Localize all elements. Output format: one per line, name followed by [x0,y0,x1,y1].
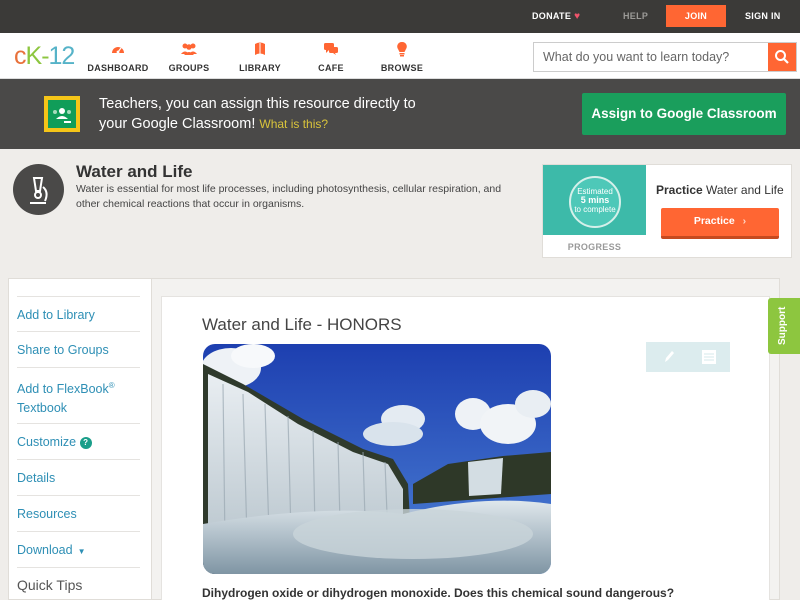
microscope-icon [13,164,64,215]
heart-icon: ♥ [574,11,581,22]
practice-heading-rest: Water and Life [702,183,784,197]
flexbook-label: Add to FlexBook [17,382,109,397]
pencil-icon [665,351,674,362]
browse-icon [397,41,407,57]
flexbook-textbook: Textbook [17,401,68,416]
waterfall-image [203,344,551,574]
practice-heading: Practice Water and Life [656,183,784,197]
progress-label: PROGRESS [567,242,622,252]
practice-button-label: Practice [693,215,735,227]
nav-cafe-label: CAFE [318,63,344,73]
add-to-flexbook-link[interactable]: Add to FlexBook® Textbook [17,368,140,424]
ck12-logo[interactable]: cK-12 [14,42,76,71]
details-link[interactable]: Details [17,460,140,496]
resources-link[interactable]: Resources [17,496,140,532]
sidebar: Add to Library Share to Groups Add to Fl… [8,278,151,600]
concept-description: Water is essential for most life process… [76,183,502,210]
top-bar: DONATE ♥ HELP JOIN SIGN IN [0,0,800,33]
help-link[interactable]: HELP [623,0,648,33]
practice-heading-bold: Practice [656,183,703,197]
logo-dash: - [41,42,49,70]
practice-card: Estimated 5 mins to complete PROGRESS Pr… [542,164,792,258]
estimate-line3: to complete [574,205,616,214]
nav-library-label: LIBRARY [239,63,281,73]
practice-button[interactable]: Practice › [661,208,779,239]
search-icon [775,50,789,64]
what-is-this-link[interactable]: What is this? [259,117,328,131]
concept-title: Water and Life [76,162,193,181]
logo-k: K [25,42,43,70]
customize-link[interactable]: Customize ? [17,424,140,460]
nav-browse[interactable]: BROWSE [367,41,437,73]
sign-in-link[interactable]: SIGN IN [745,0,781,33]
classroom-line1: Teachers, you can assign this resource d… [99,96,416,112]
help-icon[interactable]: ? [79,437,92,449]
nav-dashboard[interactable]: DASHBOARD [83,41,153,73]
cafe-icon [324,43,338,55]
nav-library[interactable]: LIBRARY [225,41,295,73]
dashboard-icon [112,47,124,54]
add-to-library-link[interactable]: Add to Library [17,296,140,332]
lesson-tools [646,342,730,372]
flexbook-registered: ® [108,381,115,390]
search-button[interactable] [768,43,796,71]
notes-button[interactable] [688,342,730,372]
nav-groups[interactable]: GROUPS [154,41,224,73]
notes-icon [702,350,716,364]
google-classroom-banner: Teachers, you can assign this resource d… [0,79,800,149]
library-icon [255,42,265,55]
estimate-time: 5 mins [580,195,610,205]
support-label: Support [777,306,788,345]
logo-num: 12 [48,42,76,70]
download-link[interactable]: Download ▼ [17,532,140,568]
download-label: Download [17,543,73,557]
nav-cafe[interactable]: CAFE [296,41,366,73]
google-classroom-icon [44,96,80,132]
nav-browse-label: BROWSE [380,63,424,73]
donate-link[interactable]: DONATE ♥ [532,0,580,33]
nav-dashboard-label: DASHBOARD [87,63,149,73]
chevron-right-icon: › [742,215,747,227]
progress-tile[interactable]: Estimated 5 mins to complete [543,165,646,235]
lesson-title: Water and Life - HONORS [202,315,402,334]
caret-down-icon: ▼ [77,547,86,556]
share-to-groups-link[interactable]: Share to Groups [17,332,140,368]
assign-google-classroom-button[interactable]: Assign to Google Classroom [582,93,786,135]
estimate-badge: Estimated 5 mins to complete [569,176,621,228]
nav-groups-label: GROUPS [168,63,210,73]
support-tab[interactable]: Support [768,298,800,354]
logo-c: c [14,42,26,70]
lesson-caption: Dihydrogen oxide or dihydrogen monoxide.… [202,586,675,600]
quick-tips-heading[interactable]: Quick Tips [17,577,82,593]
groups-icon [181,43,197,55]
classroom-message: Teachers, you can assign this resource d… [99,94,439,134]
join-button[interactable]: JOIN [666,5,726,27]
customize-label: Customize [17,435,77,449]
donate-label: DONATE [532,11,572,21]
search-input[interactable] [534,43,769,71]
main-nav: cK-12 DASHBOARD GROUPS LIBRARY CAFE BROW… [0,33,800,79]
annotate-button[interactable] [646,342,688,372]
search-box [533,42,797,72]
classroom-line2: your Google Classroom! [99,116,256,132]
